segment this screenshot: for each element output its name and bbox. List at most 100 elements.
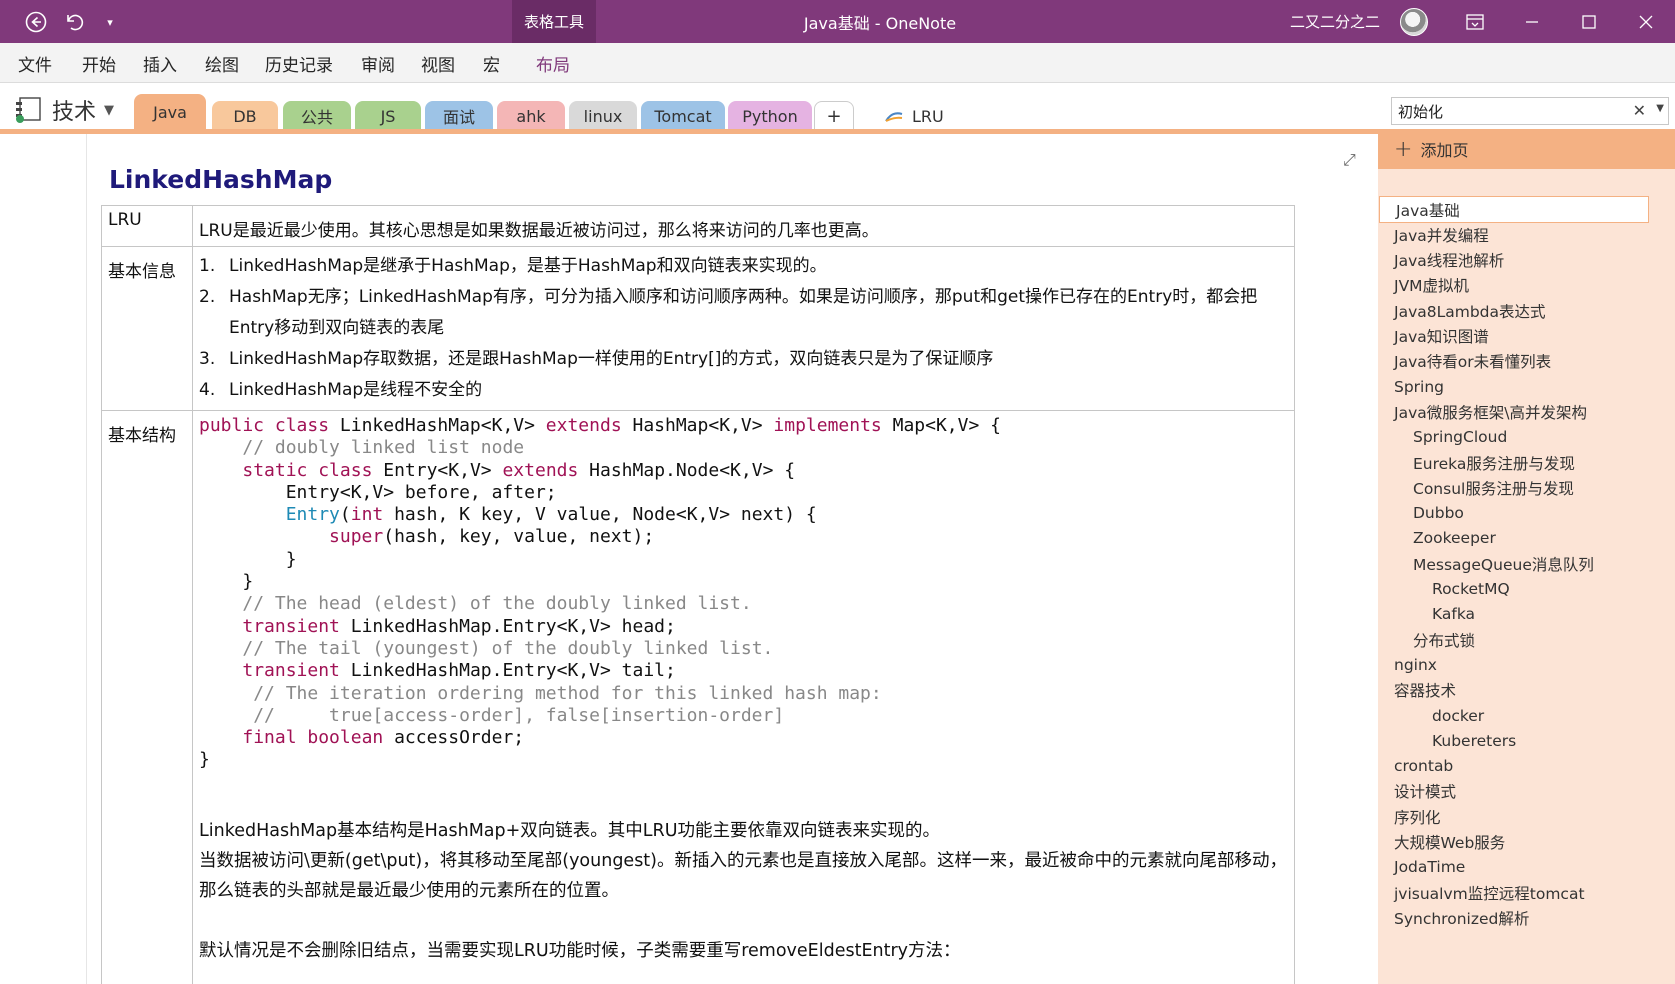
code-text: } bbox=[199, 749, 210, 771]
add-section-button[interactable]: + bbox=[814, 101, 854, 131]
page-list-item[interactable]: 容器技术 bbox=[1378, 677, 1668, 704]
page-list-item[interactable]: Java线程池解析 bbox=[1378, 247, 1668, 274]
menu-review[interactable]: 审阅 bbox=[361, 43, 395, 83]
list-item[interactable]: 3. LinkedHashMap存取数据，还是跟HashMap一样使用的Entry… bbox=[199, 344, 1288, 375]
page-list-item[interactable]: Java微服务框架\高并发架构 bbox=[1378, 398, 1668, 425]
paragraph[interactable]: LinkedHashMap基本结构是HashMap+双向链表。其中LRU功能主要… bbox=[199, 816, 1288, 846]
page-list-item[interactable]: Kafka bbox=[1378, 601, 1668, 628]
page-list-item[interactable]: JodaTime bbox=[1378, 854, 1668, 881]
page-list-item[interactable]: 设计模式 bbox=[1378, 778, 1668, 805]
quick-access-dropdown[interactable]: ▾ bbox=[96, 8, 124, 36]
code-keyword: implements bbox=[773, 415, 893, 436]
chevron-down-icon: ▼ bbox=[104, 102, 115, 118]
page-list-item[interactable]: Consul服务注册与发现 bbox=[1378, 474, 1668, 501]
page-list-pane: + 添加页 Java基础 Java并发编程 Java线程池解析 JVM虚拟机 Java8… bbox=[1378, 129, 1675, 984]
note-table[interactable]: LRU LRU是最近最少使用。其核心思想是如果数据最近被访问过，那么将来访问的几… bbox=[101, 205, 1295, 984]
page-canvas[interactable]: ⤢ LinkedHashMap LRU LRU是最近最少使用。其核心思想是如果数… bbox=[0, 134, 1378, 984]
ribbon-display-button[interactable] bbox=[1447, 0, 1503, 43]
back-button[interactable] bbox=[22, 8, 50, 36]
page-list-item[interactable]: RocketMQ bbox=[1378, 576, 1668, 603]
page-list-item[interactable]: jvisualvm监控远程tomcat bbox=[1378, 879, 1668, 906]
tab-ahk[interactable]: ahk bbox=[497, 101, 565, 131]
table-cell-value[interactable]: 1. LinkedHashMap是继承于HashMap，是基于HashMap和双向… bbox=[192, 246, 1295, 411]
paragraph[interactable]: 当数据被访问\更新(get\put)，将其移动至尾部(youngest)。新插入… bbox=[199, 846, 1288, 906]
code-comment: // The iteration ordering method for thi… bbox=[253, 682, 882, 704]
page-list-item[interactable]: Java基础 bbox=[1379, 196, 1649, 223]
tab-interview[interactable]: 面试 bbox=[425, 101, 493, 131]
table-row: 基本信息 1. LinkedHashMap是继承于HashMap，是基于HashM… bbox=[101, 246, 1295, 411]
table-cell-value[interactable]: LRU是最近最少使用。其核心思想是如果数据最近被访问过，那么将来访问的几率也更高… bbox=[192, 205, 1295, 247]
table-cell-label[interactable]: LRU bbox=[101, 205, 193, 247]
minimize-button[interactable] bbox=[1504, 0, 1560, 43]
code-keyword: int bbox=[350, 504, 395, 526]
page-list-item[interactable]: Eureka服务注册与发现 bbox=[1378, 449, 1668, 476]
search-input[interactable] bbox=[1392, 102, 1612, 120]
table-cell-label[interactable]: 基本结构 bbox=[101, 410, 193, 984]
page-list-item[interactable]: MessageQueue消息队列 bbox=[1378, 550, 1668, 577]
page-list-item[interactable]: Synchronized解析 bbox=[1378, 904, 1668, 931]
avatar[interactable] bbox=[1400, 8, 1428, 36]
clear-icon[interactable]: ✕ bbox=[1633, 101, 1646, 120]
list-item[interactable]: 1. LinkedHashMap是继承于HashMap，是基于HashMap和双向… bbox=[199, 251, 1288, 282]
table-cell-value[interactable]: public class LinkedHashMap<K,V> extends … bbox=[192, 410, 1295, 984]
menu-history[interactable]: 历史记录 bbox=[265, 43, 333, 83]
code-comment: // The head (eldest) of the doubly linke… bbox=[242, 593, 752, 615]
page-list-item[interactable]: crontab bbox=[1378, 753, 1668, 780]
tab-db[interactable]: DB bbox=[212, 101, 278, 131]
tab-tomcat[interactable]: Tomcat bbox=[641, 101, 725, 131]
page-list-item[interactable]: Java并发编程 bbox=[1378, 221, 1668, 248]
code-comment: // true[access-order], false[insertion-o… bbox=[253, 704, 785, 726]
close-button[interactable] bbox=[1618, 0, 1674, 43]
menu-macro[interactable]: 宏 bbox=[483, 43, 500, 83]
menu-draw[interactable]: 绘图 bbox=[205, 43, 239, 83]
menu-file[interactable]: 文件 bbox=[18, 43, 52, 83]
table-cell-label[interactable]: 基本信息 bbox=[101, 246, 193, 411]
page-list-item[interactable]: Spring bbox=[1378, 373, 1668, 400]
menu-view[interactable]: 视图 bbox=[421, 43, 455, 83]
tab-python[interactable]: Python bbox=[728, 101, 812, 131]
user-name[interactable]: 二又二分之二 bbox=[1290, 0, 1380, 43]
page-list-item[interactable]: Kubereters bbox=[1378, 727, 1668, 754]
list-item[interactable]: 4. LinkedHashMap是线程不安全的 bbox=[199, 375, 1288, 406]
menu-home[interactable]: 开始 bbox=[82, 43, 116, 83]
menu-insert[interactable]: 插入 bbox=[143, 43, 177, 83]
code-line: transient LinkedHashMap.Entry<K,V> head; bbox=[199, 616, 1288, 638]
maximize-button[interactable] bbox=[1561, 0, 1617, 43]
list-item[interactable]: 2. HashMap无序；LinkedHashMap有序，可分为插入顺序和访问顺序… bbox=[199, 282, 1288, 344]
tab-public[interactable]: 公共 bbox=[283, 101, 351, 131]
page-title[interactable]: LinkedHashMap bbox=[109, 165, 332, 194]
code-block[interactable]: public class LinkedHashMap<K,V> extends … bbox=[199, 415, 1288, 772]
search-box[interactable]: ✕ ▼ bbox=[1391, 97, 1669, 125]
page-list-item[interactable]: Java8Lambda表达式 bbox=[1378, 297, 1668, 324]
expand-icon[interactable]: ⤢ bbox=[1343, 150, 1356, 170]
paragraph[interactable]: 默认情况是不会删除旧结点，当需要实现LRU功能时候，子类需要重写removeEl… bbox=[199, 936, 1288, 966]
list-number: 1. bbox=[199, 256, 216, 276]
page-list-item[interactable]: 序列化 bbox=[1378, 803, 1668, 830]
page-list-item[interactable]: Java待看or未看懂列表 bbox=[1378, 348, 1668, 375]
page-list-item[interactable]: nginx bbox=[1378, 651, 1668, 678]
code-keyword: transient bbox=[242, 660, 351, 682]
tab-js[interactable]: JS bbox=[355, 101, 421, 131]
table-tools-context-tab[interactable]: 表格工具 bbox=[512, 0, 596, 43]
code-text: ( bbox=[339, 504, 351, 526]
notebook-selector[interactable]: 技术 ▼ bbox=[14, 95, 114, 125]
page-list-item[interactable]: Zookeeper bbox=[1378, 525, 1668, 552]
tab-java[interactable]: Java bbox=[134, 94, 206, 131]
page-list-item[interactable]: JVM虚拟机 bbox=[1378, 272, 1668, 299]
undo-button[interactable] bbox=[59, 8, 87, 36]
tab-linux[interactable]: linux bbox=[569, 101, 637, 131]
maximize-icon bbox=[1582, 14, 1596, 29]
page-list-item[interactable]: 分布式锁 bbox=[1378, 626, 1668, 653]
close-icon bbox=[1639, 15, 1653, 28]
page-list-item[interactable]: docker bbox=[1378, 702, 1668, 729]
page-list-item[interactable]: Dubbo bbox=[1378, 500, 1668, 527]
search-scope-dropdown[interactable]: ▼ bbox=[1656, 103, 1664, 114]
page-list-item[interactable]: Java知识图谱 bbox=[1378, 323, 1668, 350]
page-list-item[interactable]: 大规模Web服务 bbox=[1378, 829, 1668, 856]
page-tab-lru[interactable]: LRU bbox=[884, 101, 944, 131]
page-list-item[interactable]: SpringCloud bbox=[1378, 424, 1668, 451]
code-keyword: final boolean bbox=[242, 727, 395, 749]
menu-layout[interactable]: 布局 bbox=[536, 43, 570, 83]
add-page-button[interactable]: + 添加页 bbox=[1378, 129, 1675, 169]
